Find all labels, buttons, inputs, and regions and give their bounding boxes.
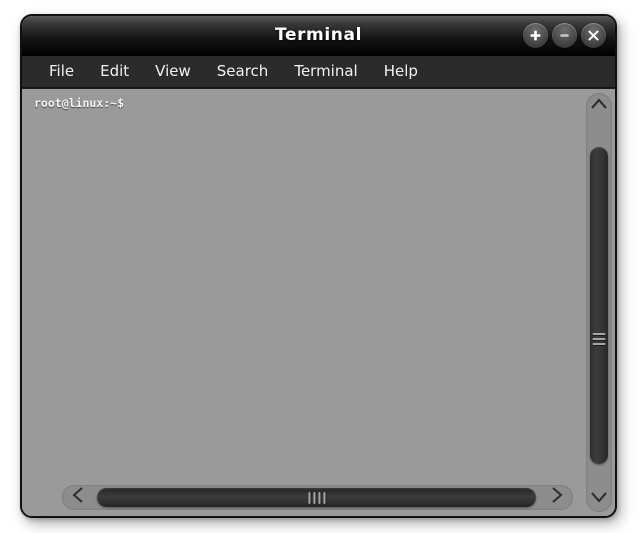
horizontal-thumb-grip — [308, 491, 325, 504]
desktop-background: Terminal File Edit View Search Terminal … — [0, 0, 640, 533]
terminal-output-area[interactable]: root@linux:~$ — [22, 89, 582, 516]
chevron-down-icon — [590, 490, 608, 509]
menu-item-help[interactable]: Help — [371, 60, 431, 83]
terminal-prompt-line: root@linux:~$ — [34, 96, 125, 110]
terminal-window: Terminal File Edit View Search Terminal … — [20, 14, 617, 518]
minus-icon — [557, 28, 572, 43]
scroll-up-button[interactable] — [586, 93, 612, 119]
horizontal-scrollbar[interactable] — [62, 485, 573, 510]
close-button[interactable] — [581, 23, 606, 48]
menu-item-terminal[interactable]: Terminal — [281, 60, 370, 83]
chevron-left-icon — [71, 486, 85, 509]
window-titlebar[interactable]: Terminal — [22, 16, 615, 56]
chevron-right-icon — [550, 486, 564, 509]
close-icon — [586, 28, 601, 43]
vertical-scrollbar-thumb[interactable] — [590, 147, 608, 464]
menubar: File Edit View Search Terminal Help — [22, 56, 615, 88]
vertical-thumb-grip — [592, 333, 606, 348]
scroll-left-button[interactable] — [62, 485, 94, 510]
maximize-button[interactable] — [523, 23, 548, 48]
scroll-down-button[interactable] — [586, 486, 612, 512]
menu-item-view[interactable]: View — [142, 60, 204, 83]
menu-item-search[interactable]: Search — [204, 60, 282, 83]
horizontal-scrollbar-thumb[interactable] — [97, 488, 536, 507]
menu-item-file[interactable]: File — [36, 60, 87, 83]
plus-icon — [528, 28, 543, 43]
chevron-up-icon — [590, 97, 608, 116]
vertical-scrollbar[interactable] — [586, 93, 612, 512]
menu-item-edit[interactable]: Edit — [87, 60, 142, 83]
minimize-button[interactable] — [552, 23, 577, 48]
window-controls — [523, 23, 606, 48]
scroll-right-button[interactable] — [541, 485, 573, 510]
terminal-body: root@linux:~$ — [22, 88, 615, 516]
